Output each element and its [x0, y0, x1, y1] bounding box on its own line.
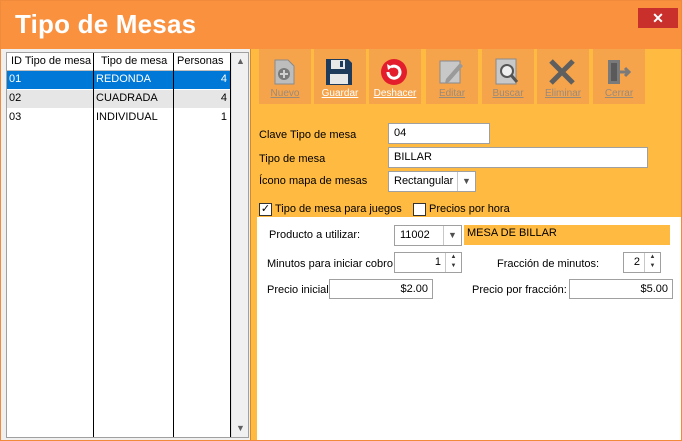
cerrar-label: Cerrar — [604, 88, 634, 99]
fraccion-spin-buttons[interactable]: ▲ ▼ — [644, 253, 660, 272]
fraccion-label: Fracción de minutos: — [497, 258, 600, 270]
chevron-down-icon[interactable]: ▼ — [457, 172, 475, 191]
spin-down-icon[interactable]: ▼ — [446, 262, 461, 271]
new-document-icon — [274, 59, 295, 85]
nuevo-button[interactable]: Nuevo — [259, 49, 311, 104]
producto-label: Producto a utilizar: — [269, 229, 361, 241]
cerrar-button[interactable]: Cerrar — [593, 49, 645, 104]
window: Tipo de Mesas ✕ ID Tipo de mesa Tipo de … — [0, 0, 682, 441]
search-icon — [495, 58, 519, 85]
cell-id: 01 — [9, 73, 22, 85]
col-header-personas[interactable]: Personas — [177, 55, 223, 67]
icono-select[interactable]: Rectangular ▼ — [388, 171, 476, 192]
table-row[interactable]: 03 INDIVIDUAL 1 — [7, 109, 231, 127]
clave-label: Clave Tipo de mesa — [259, 129, 357, 141]
editar-button[interactable]: Editar — [426, 49, 478, 104]
minutos-value: 1 — [434, 256, 441, 268]
column-divider — [173, 53, 174, 437]
column-divider — [93, 53, 94, 437]
buscar-label: Buscar — [492, 88, 524, 99]
eliminar-label: Eliminar — [544, 88, 582, 99]
table-row[interactable]: 01 REDONDA 4 — [7, 71, 231, 89]
guardar-label: Guardar — [321, 88, 359, 99]
deshacer-label: Deshacer — [373, 88, 417, 99]
guardar-button[interactable]: Guardar — [314, 49, 366, 104]
fraccion-value: 2 — [633, 256, 640, 268]
delete-icon — [549, 59, 575, 85]
undo-icon — [381, 59, 407, 85]
cell-tipo: REDONDA — [96, 73, 152, 85]
cell-id: 03 — [9, 111, 22, 123]
chevron-down-icon[interactable]: ▼ — [443, 226, 461, 245]
juegos-panel — [257, 217, 681, 440]
clave-field[interactable]: 04 — [388, 123, 490, 144]
title-bar: Tipo de Mesas ✕ — [1, 1, 681, 49]
juegos-label[interactable]: Tipo de mesa para juegos — [275, 203, 402, 215]
window-title: Tipo de Mesas — [15, 9, 197, 39]
editar-label: Editar — [438, 88, 466, 99]
nuevo-label: Nuevo — [270, 88, 300, 99]
precio-fraccion-value: $5.00 — [640, 283, 668, 295]
precio-inicial-label: Precio inicial: — [267, 284, 332, 296]
producto-select[interactable]: 11002 ▼ — [394, 225, 462, 246]
hora-checkbox[interactable] — [413, 203, 426, 216]
save-icon — [326, 59, 352, 85]
buscar-button[interactable]: Buscar — [482, 49, 534, 104]
grid-header: ID Tipo de mesa Tipo de mesa Personas — [7, 53, 231, 71]
tipo-field[interactable]: BILLAR — [388, 147, 648, 168]
cell-id: 02 — [9, 92, 22, 104]
deshacer-button[interactable]: Deshacer — [369, 49, 421, 104]
icono-label: Ícono mapa de mesas — [259, 175, 368, 187]
fraccion-stepper[interactable]: 2 ▲ ▼ — [623, 252, 661, 273]
mesas-grid[interactable]: ID Tipo de mesa Tipo de mesa Personas 01… — [6, 52, 249, 438]
cell-tipo: INDIVIDUAL — [96, 111, 158, 123]
hora-label[interactable]: Precios por hora — [429, 203, 510, 215]
scroll-up-icon[interactable]: ▲ — [232, 53, 249, 70]
cell-personas: 4 — [220, 73, 227, 85]
col-header-tipo[interactable]: Tipo de mesa — [101, 55, 167, 67]
cell-personas: 4 — [220, 92, 227, 104]
spin-down-icon[interactable]: ▼ — [645, 262, 660, 271]
scroll-down-icon[interactable]: ▼ — [232, 420, 249, 437]
col-header-id[interactable]: ID Tipo de mesa — [11, 55, 91, 67]
juegos-checkbox[interactable]: ✓ — [259, 203, 272, 216]
exit-door-icon — [608, 60, 632, 84]
cell-tipo: CUADRADA — [96, 92, 158, 104]
producto-value: 11002 — [400, 229, 430, 241]
precio-inicial-value: $2.00 — [400, 283, 428, 295]
grid-scrollbar[interactable]: ▲ ▼ — [231, 53, 248, 437]
grid-body: ID Tipo de mesa Tipo de mesa Personas 01… — [7, 53, 231, 437]
icono-value: Rectangular — [394, 175, 454, 187]
spin-up-icon[interactable]: ▲ — [645, 253, 660, 262]
table-row[interactable]: 02 CUADRADA 4 — [7, 90, 231, 108]
eliminar-button[interactable]: Eliminar — [537, 49, 589, 104]
tipo-label: Tipo de mesa — [259, 153, 326, 165]
minutos-spin-buttons[interactable]: ▲ ▼ — [445, 253, 461, 272]
producto-name: MESA DE BILLAR — [464, 225, 670, 245]
precio-fraccion-label: Precio por fracción: — [472, 284, 567, 296]
spin-up-icon[interactable]: ▲ — [446, 253, 461, 262]
cell-personas: 1 — [220, 111, 227, 123]
minutos-stepper[interactable]: 1 ▲ ▼ — [394, 252, 462, 273]
precio-fraccion-field[interactable]: $5.00 — [569, 279, 673, 299]
edit-icon — [439, 60, 463, 84]
precio-inicial-field[interactable]: $2.00 — [329, 279, 433, 299]
close-button[interactable]: ✕ — [638, 8, 678, 28]
minutos-label: Minutos para iniciar cobro: — [267, 258, 397, 270]
